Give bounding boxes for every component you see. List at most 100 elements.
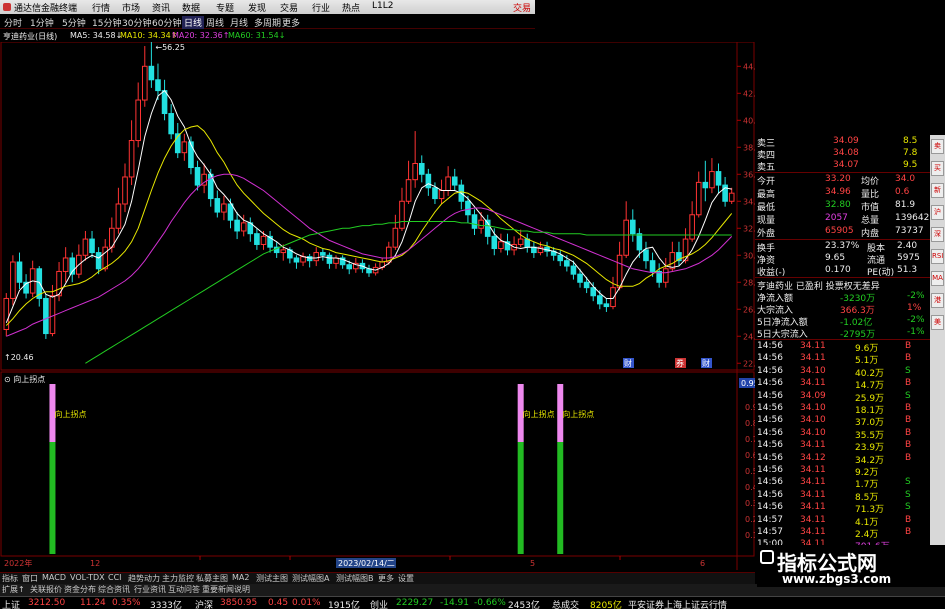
candle-body[interactable] <box>432 187 438 200</box>
period-tab-2[interactable]: 5分钟 <box>62 16 86 29</box>
indicator-tab-0[interactable]: 指标 <box>2 573 18 584</box>
candle-body[interactable] <box>16 261 23 283</box>
indicator-tab-7[interactable]: 私募主图 <box>196 573 228 584</box>
menu-item-1[interactable]: 市场 <box>122 1 140 14</box>
menu-item-4[interactable]: 专题 <box>216 1 234 14</box>
candle-body[interactable] <box>728 192 735 202</box>
candle-body[interactable] <box>168 113 174 135</box>
period-tab-9[interactable]: 多周期 <box>254 16 281 29</box>
candle-body[interactable] <box>43 297 49 335</box>
candle-body[interactable] <box>320 252 326 256</box>
candle-body[interactable] <box>629 219 636 235</box>
shortcut-button-4[interactable]: 深 <box>931 227 944 242</box>
candle-body[interactable] <box>610 287 616 308</box>
candle-body[interactable] <box>148 65 155 81</box>
candle-body[interactable] <box>260 235 267 245</box>
trade-button[interactable]: 交易 <box>513 1 531 14</box>
candle-body[interactable] <box>438 189 445 200</box>
candle-body[interactable] <box>465 200 471 216</box>
info-tab-5[interactable]: 互动问答 <box>168 584 200 595</box>
shortcut-button-6[interactable]: MA <box>931 271 944 286</box>
candle-body[interactable] <box>254 233 260 245</box>
info-tab-3[interactable]: 综合资讯 <box>98 584 130 595</box>
menu-item-3[interactable]: 数据 <box>182 1 200 14</box>
candle-body[interactable] <box>564 260 570 267</box>
candle-body[interactable] <box>122 176 128 205</box>
candle-body[interactable] <box>280 249 287 254</box>
candle-body[interactable] <box>478 219 484 229</box>
indicator-tab-11[interactable]: 测试幅图B <box>336 573 374 584</box>
candle-body[interactable] <box>709 171 715 189</box>
period-tab-7[interactable]: 周线 <box>206 16 224 29</box>
info-tab-4[interactable]: 行业资讯 <box>134 584 166 595</box>
candle-body[interactable] <box>313 252 320 262</box>
indicator-tab-13[interactable]: 设置 <box>398 573 414 584</box>
candle-body[interactable] <box>102 246 109 270</box>
menu-item-2[interactable]: 资讯 <box>152 1 170 14</box>
candle-body[interactable] <box>603 303 610 308</box>
candle-body[interactable] <box>115 203 122 229</box>
candle-body[interactable] <box>392 227 399 248</box>
candle-body[interactable] <box>62 257 69 272</box>
candle-body[interactable] <box>412 162 418 181</box>
candle-body[interactable] <box>188 141 194 169</box>
candle-body[interactable] <box>181 141 188 154</box>
period-tab-10[interactable]: 更多 <box>282 16 300 29</box>
shortcut-button-3[interactable]: 沪 <box>931 205 944 220</box>
shortcut-button-7[interactable]: 港 <box>931 293 944 308</box>
candle-body[interactable] <box>583 281 590 289</box>
candle-body[interactable] <box>10 261 16 299</box>
indicator-tab-5[interactable]: 趋势动力 <box>128 573 160 584</box>
menu-item-9[interactable]: L1L2 <box>372 1 393 11</box>
candle-body[interactable] <box>557 254 564 262</box>
menu-item-5[interactable]: 发现 <box>248 1 266 14</box>
candle-body[interactable] <box>702 181 709 189</box>
candle-body[interactable] <box>570 265 577 275</box>
info-tab-6[interactable]: 重要新闻说明 <box>202 584 250 595</box>
period-tab-6[interactable]: 日线 <box>182 16 205 29</box>
kline-chart-area[interactable]: 44.00 42.00 40.00 38.00 36.00 34.00 32.00 30.00… <box>0 42 755 572</box>
candle-body[interactable] <box>95 252 102 270</box>
period-tab-8[interactable]: 月线 <box>230 16 248 29</box>
candle-body[interactable] <box>221 203 227 213</box>
candle-body[interactable] <box>498 241 504 250</box>
candle-body[interactable] <box>577 273 583 283</box>
candle-body[interactable] <box>194 167 201 186</box>
candle-body[interactable] <box>326 254 333 264</box>
info-tab-0[interactable]: 扩展↑ <box>2 584 25 595</box>
candle-body[interactable] <box>669 252 676 270</box>
period-tab-4[interactable]: 30分钟 <box>122 16 151 29</box>
menu-item-6[interactable]: 交易 <box>280 1 298 14</box>
candle-body[interactable] <box>590 287 597 297</box>
indicator-tab-9[interactable]: 测试主图 <box>256 573 288 584</box>
candle-body[interactable] <box>418 162 425 175</box>
period-tab-3[interactable]: 15分钟 <box>92 16 121 29</box>
indicator-tab-1[interactable]: 窗口 <box>22 573 38 584</box>
candle-body[interactable] <box>214 198 221 213</box>
candle-body[interactable] <box>695 181 702 216</box>
info-tab-1[interactable]: 关联报价 <box>30 584 62 595</box>
candle-body[interactable] <box>399 200 405 229</box>
candle-body[interactable] <box>82 238 89 256</box>
candle-body[interactable] <box>643 249 649 262</box>
candle-body[interactable] <box>405 179 412 202</box>
candle-body[interactable] <box>662 268 669 283</box>
candle-body[interactable] <box>636 233 643 251</box>
candle-body[interactable] <box>161 90 168 115</box>
candle-body[interactable] <box>346 264 353 270</box>
shortcut-button-1[interactable]: 买 <box>931 161 944 176</box>
candle-body[interactable] <box>623 219 629 256</box>
candle-body[interactable] <box>234 219 240 232</box>
indicator-tab-8[interactable]: MA2 <box>232 573 249 582</box>
period-tab-0[interactable]: 分时 <box>4 16 22 29</box>
shortcut-button-5[interactable]: RSI <box>931 249 944 264</box>
shortcut-button-2[interactable]: 新 <box>931 183 944 198</box>
candle-body[interactable] <box>128 140 135 178</box>
candle-body[interactable] <box>491 235 498 250</box>
candle-body[interactable] <box>597 295 603 305</box>
candle-body[interactable] <box>240 222 247 232</box>
shortcut-button-8[interactable]: 美 <box>931 315 944 330</box>
menu-item-8[interactable]: 热点 <box>342 1 360 14</box>
candle-body[interactable] <box>89 238 95 254</box>
candle-body[interactable] <box>715 171 722 186</box>
